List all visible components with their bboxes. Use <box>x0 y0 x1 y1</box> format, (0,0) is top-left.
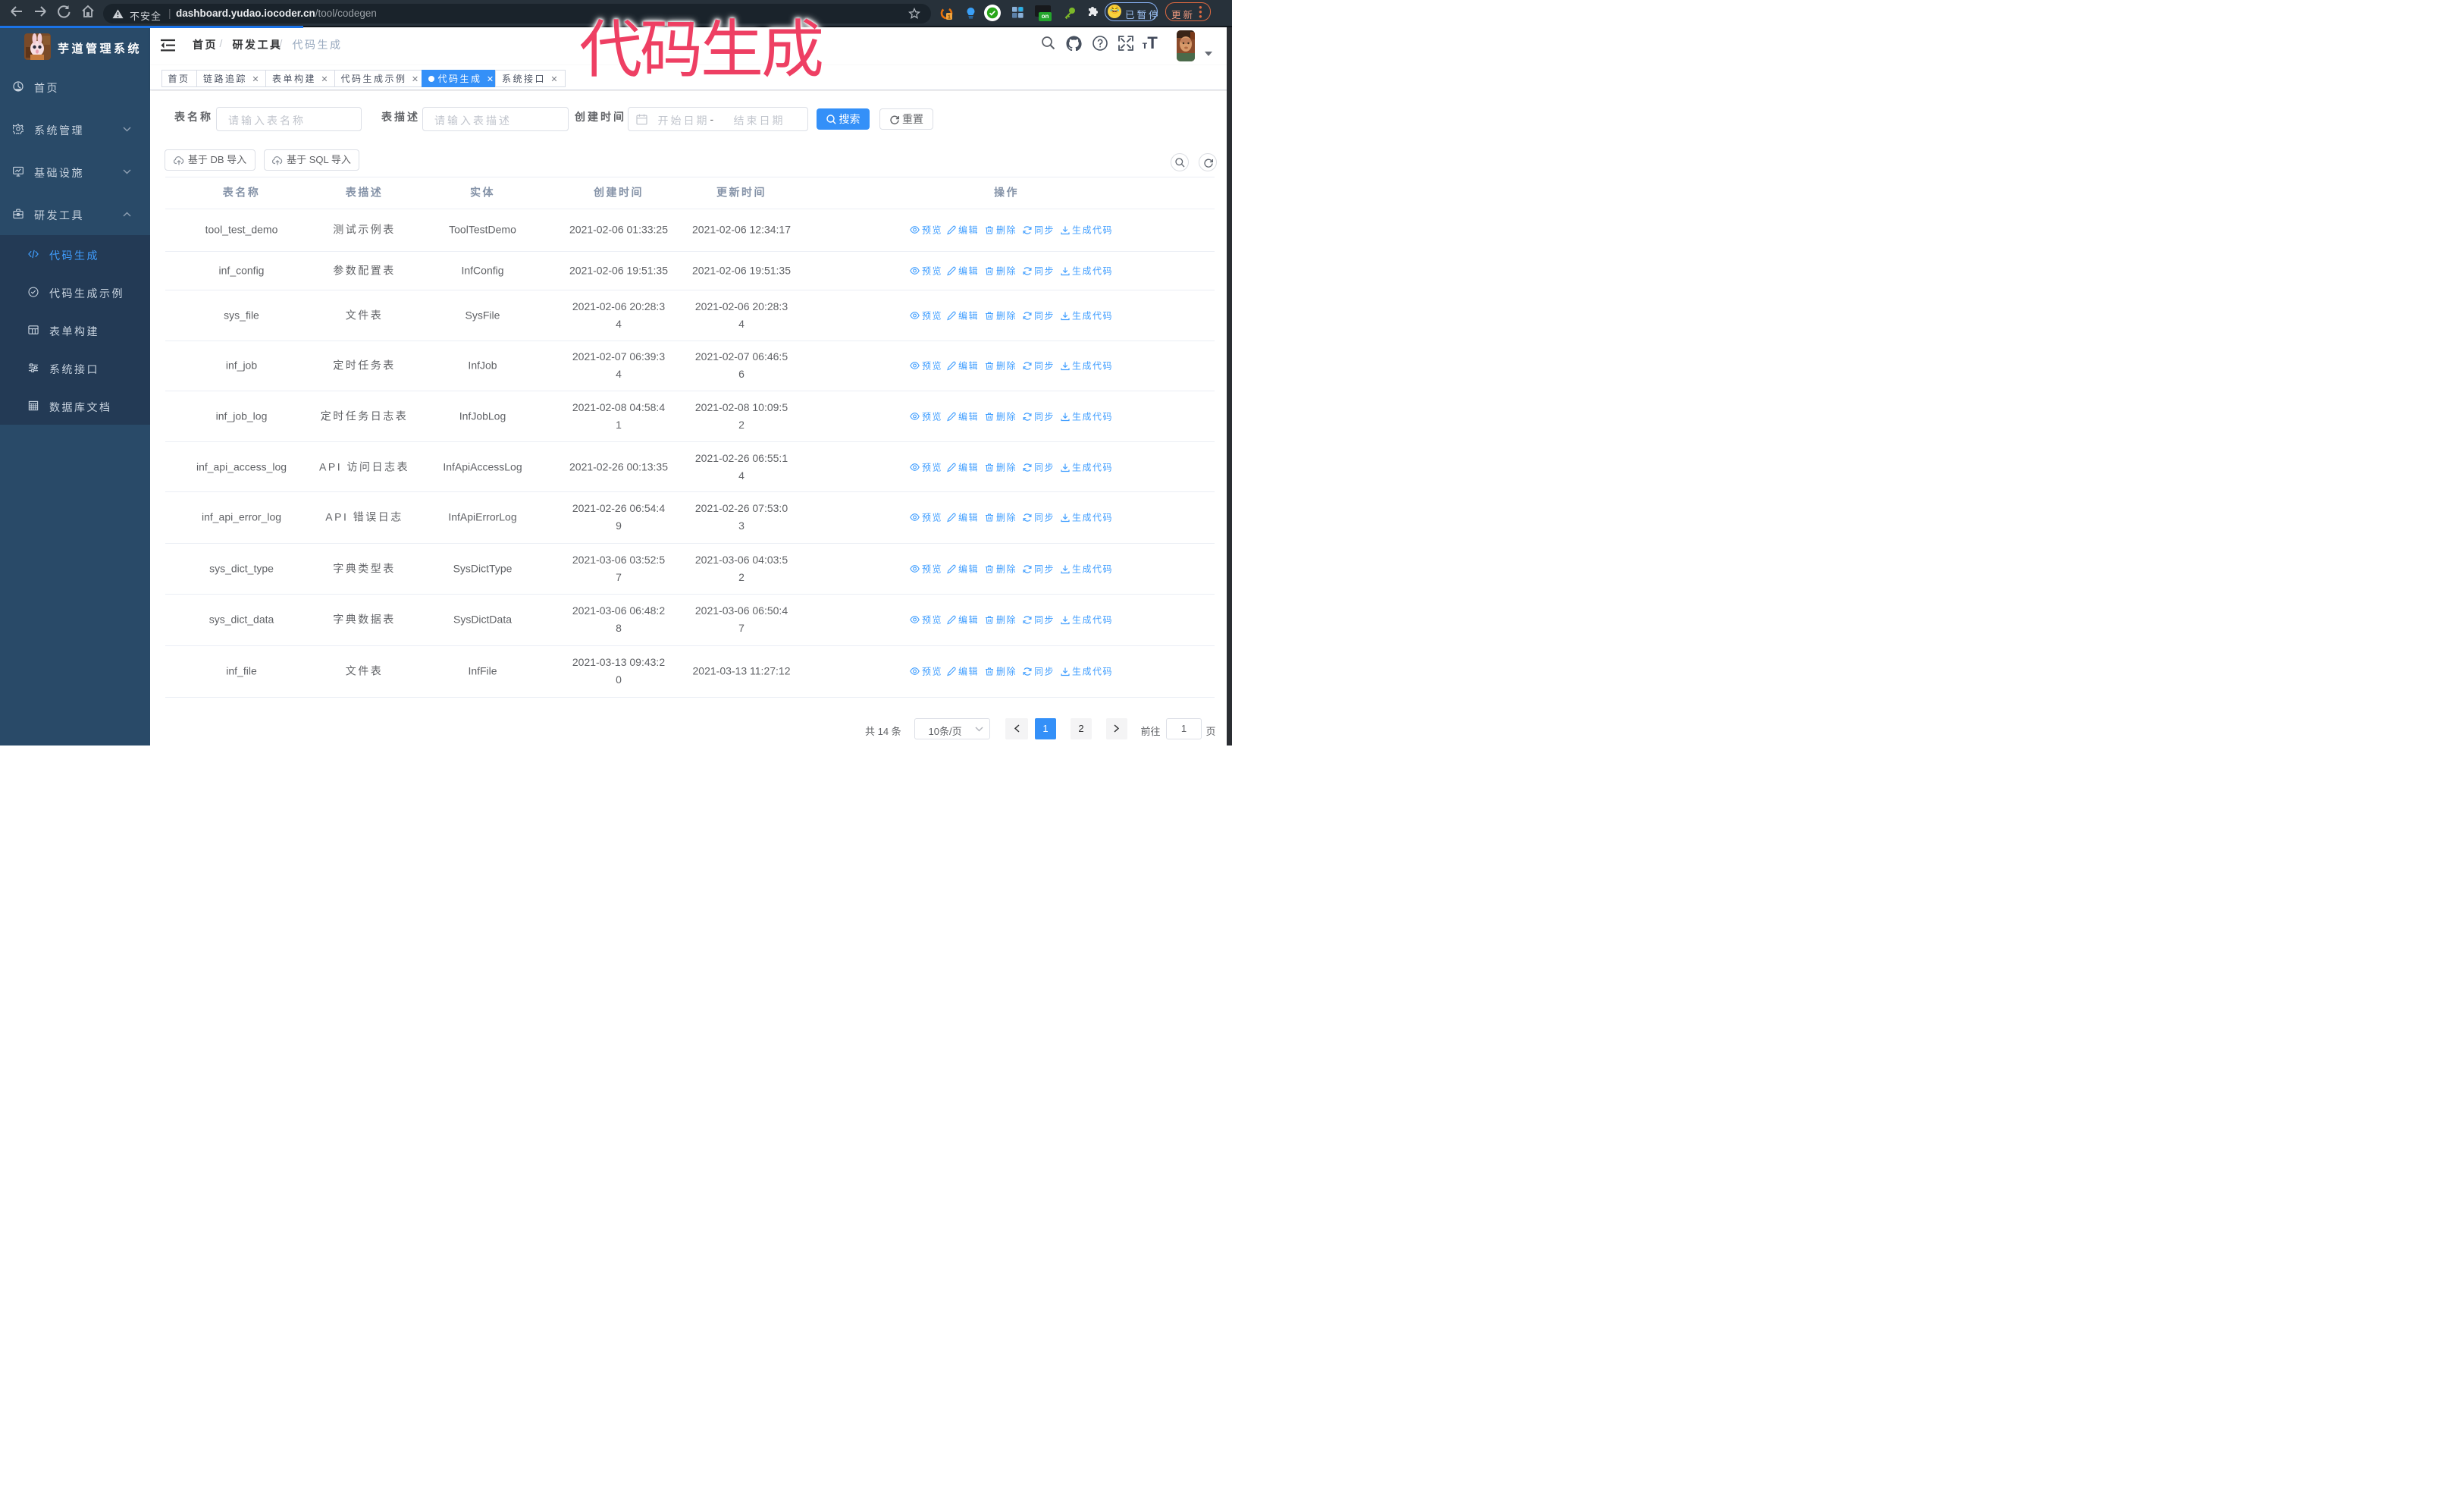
svg-text:1: 1 <box>948 15 951 20</box>
